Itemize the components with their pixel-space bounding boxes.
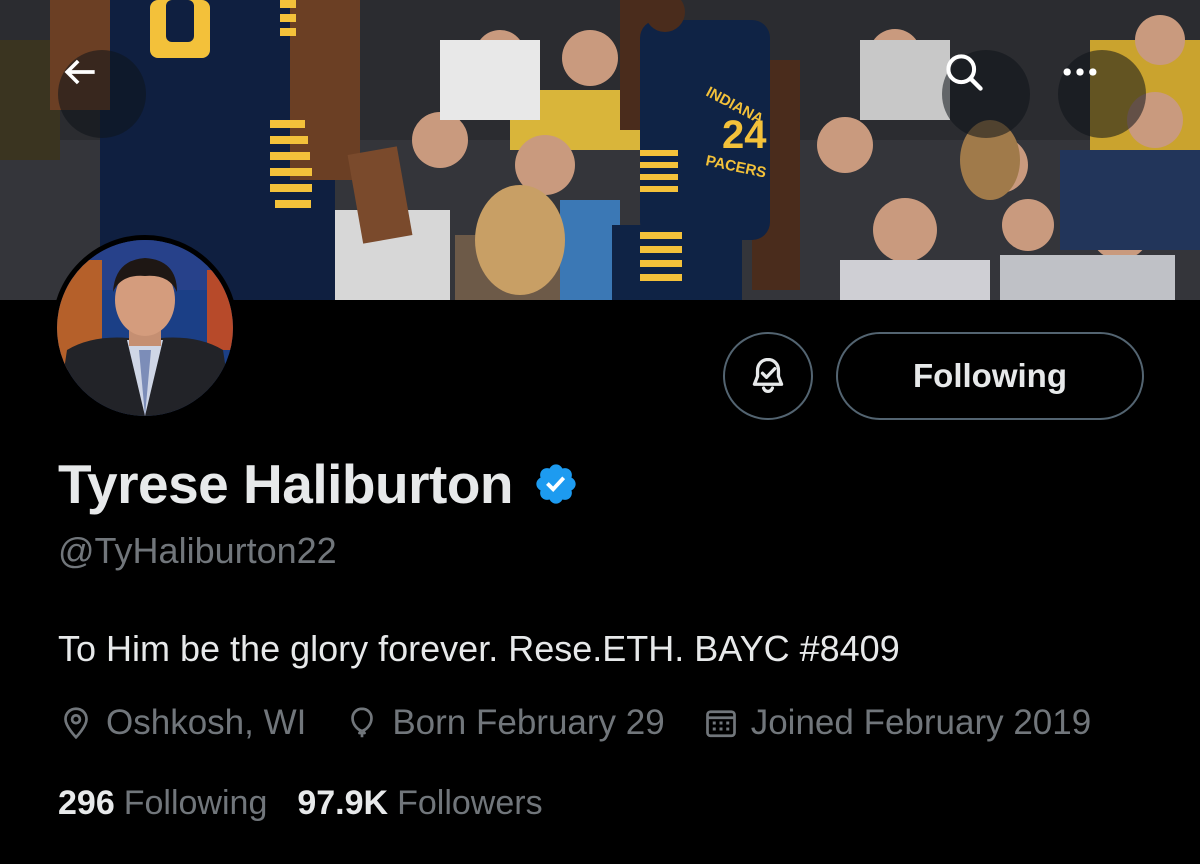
balloon-icon bbox=[351, 707, 374, 738]
search-icon bbox=[946, 54, 983, 91]
bell-check-icon bbox=[752, 357, 784, 394]
location-pin-icon bbox=[64, 707, 88, 740]
profile-meta: Oshkosh, WI Born February 29 Joined Febr… bbox=[58, 703, 1129, 743]
back-button[interactable] bbox=[58, 50, 146, 138]
user-handle: @TyHaliburton22 bbox=[58, 530, 337, 571]
profile-bio: To Him be the glory forever. Rese.ETH. B… bbox=[58, 628, 900, 669]
location-item: Oshkosh, WI bbox=[58, 703, 306, 743]
profile-avatar[interactable] bbox=[52, 235, 238, 421]
following-button[interactable]: Following bbox=[836, 332, 1144, 420]
verified-badge-icon bbox=[536, 464, 576, 504]
calendar-icon bbox=[705, 710, 736, 738]
joined-text: Joined February 2019 bbox=[750, 703, 1092, 742]
following-count: 296 bbox=[58, 784, 115, 822]
joined-item: Joined February 2019 bbox=[703, 703, 1092, 743]
birthday-text: Born February 29 bbox=[392, 703, 665, 742]
following-label: Following bbox=[123, 784, 268, 822]
followers-count: 97.9K bbox=[297, 784, 389, 822]
profile-page: INDIANA 24 PACERS Following Tyrese Halib… bbox=[0, 0, 1200, 864]
verified-badge-icon[interactable] bbox=[533, 461, 579, 507]
search-button[interactable] bbox=[942, 50, 1030, 138]
followers-label: Followers bbox=[397, 784, 543, 822]
display-name: Tyrese Haliburton bbox=[58, 453, 514, 515]
more-horizontal-icon bbox=[1063, 68, 1097, 76]
followers-stat-link[interactable]: 97.9K Followers bbox=[297, 784, 542, 823]
following-stat-link[interactable]: 296 Following bbox=[58, 784, 267, 823]
avatar-photo bbox=[57, 240, 233, 416]
profile-stats: 296 Following 97.9K Followers bbox=[58, 784, 573, 823]
notification-bell-button[interactable] bbox=[723, 332, 813, 420]
svg-text:24: 24 bbox=[722, 113, 767, 157]
location-text: Oshkosh, WI bbox=[106, 703, 307, 742]
arrow-left-icon bbox=[64, 59, 95, 85]
birthday-item: Born February 29 bbox=[344, 703, 665, 743]
name-row: Tyrese Haliburton bbox=[58, 452, 579, 516]
more-button[interactable] bbox=[1058, 50, 1146, 138]
